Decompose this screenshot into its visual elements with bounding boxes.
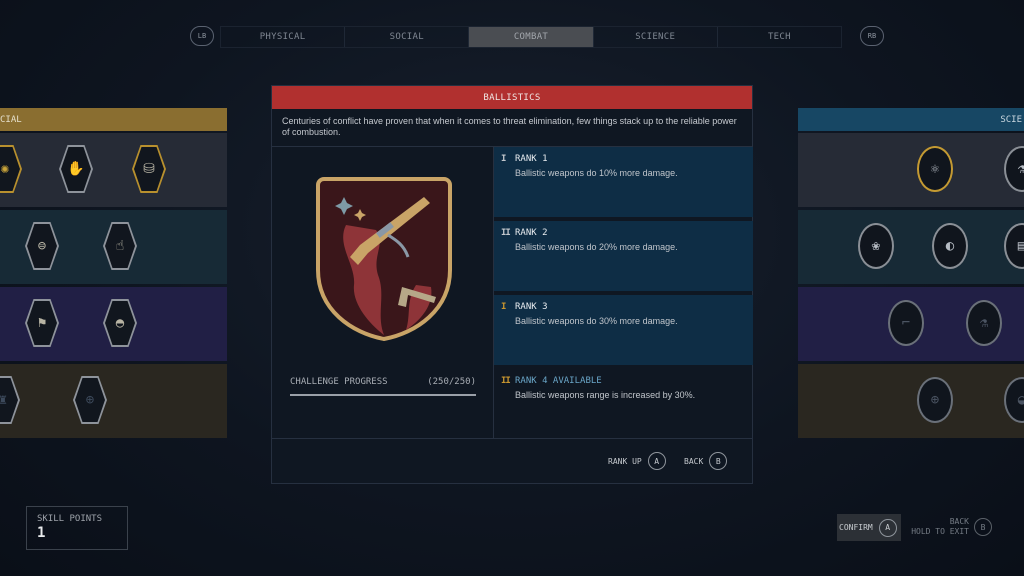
a-button-icon: A [878,518,897,537]
rank-list: I RANK 1 Ballistic weapons do 10% more d… [494,147,753,439]
rank-marker-icon: II [501,228,511,238]
rank-title: RANK 3 [515,302,548,312]
skill-row-tier-4: ♜ ⊕ [0,364,227,438]
social-skill-panel: CIAL ✺ ✋ ⛁ ⊜ ☝ ⚑ ◓ ♜ ⊕ [0,108,227,440]
helmet-icon[interactable]: ◒ [1004,377,1024,423]
back-exit-label[interactable]: BACK HOLD TO EXIT [905,517,969,537]
atom-icon[interactable]: ⚛ [917,146,953,192]
lab-creature-icon[interactable]: ⚗ [1004,146,1024,192]
science-skill-panel: SCIE ⚛ ⚗ ❀ ◐ ▤ ⌐ ⚗ ⊕ ◒ [798,108,1024,440]
botany-icon[interactable]: ❀ [858,223,894,269]
outpost-dome-icon[interactable]: ◓ [103,299,137,347]
statue-icon[interactable]: ♜ [0,376,20,424]
rank-title: RANK 4 AVAILABLE [515,376,602,386]
treasure-chest-icon[interactable]: ⛁ [132,145,166,193]
rb-bumper-button[interactable]: RB [860,26,884,46]
astronaut-planet-icon[interactable]: ◐ [932,223,968,269]
trade-hands-icon[interactable]: ⊜ [25,222,59,270]
back-label: BACK [949,517,969,526]
challenge-progress-label: CHALLENGE PROGRESS [290,377,388,387]
skill-row-tier-2: ⊜ ☝ [0,210,227,284]
document-icon[interactable]: ▤ [1004,223,1024,269]
rank-item-available[interactable]: II RANK 4 AVAILABLE Ballistic weapons ra… [494,369,753,439]
skill-category-nav: LB PHYSICAL SOCIAL COMBAT SCIENCE TECH R… [190,26,885,48]
skill-title: BALLISTICS [272,86,752,109]
rank-marker-icon: II [501,376,511,386]
rank-description: Ballistic weapons do 30% more damage. [515,316,678,326]
tab-tech[interactable]: TECH [718,27,841,47]
lb-bumper-button[interactable]: LB [190,26,214,46]
b-button-icon: B [974,518,992,536]
globe-pedestal-icon[interactable]: ⊕ [73,376,107,424]
dialog-footer: RANK UP A BACK B [272,439,752,483]
confirm-button[interactable]: CONFIRM A [837,514,901,541]
skill-body: CHALLENGE PROGRESS (250/250) I RANK 1 Ba… [272,147,753,439]
rank-up-button[interactable]: RANK UP A [608,452,666,470]
gold-swirl-emblem-icon[interactable]: ✺ [0,145,22,193]
rank-marker-icon: I [501,302,506,312]
challenge-progress-bar [290,394,476,396]
skill-row-tier-3: ⚑ ◓ [0,287,227,361]
skill-row-tier-2: ❀ ◐ ▤ [798,210,1024,284]
category-tabs: PHYSICAL SOCIAL COMBAT SCIENCE TECH [220,26,842,48]
back-button[interactable]: BACK B [684,452,728,470]
skill-row-tier-4: ⊕ ◒ [798,364,1024,438]
explorer-flag-icon[interactable]: ⚑ [25,299,59,347]
rank-description: Ballistic weapons do 10% more damage. [515,168,678,178]
chemistry-flask-icon[interactable]: ⚗ [966,300,1002,346]
rank-description: Ballistic weapons range is increased by … [515,390,696,400]
rank-title: RANK 2 [515,228,548,238]
skill-points-box: SKILL POINTS 1 [26,506,128,550]
hands-icon[interactable]: ✋ [59,145,93,193]
tab-science[interactable]: SCIENCE [594,27,718,47]
skill-points-label: SKILL POINTS [37,514,103,524]
pickpocket-hand-icon[interactable]: ☝ [103,222,137,270]
rank-up-label: RANK UP [608,456,642,466]
skill-description: Centuries of conflict have proven that w… [272,109,752,147]
skill-row-tier-1: ⚛ ⚗ [798,133,1024,207]
rank-description: Ballistic weapons do 20% more damage. [515,242,678,252]
b-button-icon: B [709,452,728,470]
back-exit-button[interactable]: B [974,518,992,536]
hold-to-exit-label: HOLD TO EXIT [911,527,969,536]
skill-points-value: 1 [37,525,46,541]
challenge-progress: CHALLENGE PROGRESS (250/250) [290,377,476,387]
tab-social[interactable]: SOCIAL [345,27,470,47]
challenge-progress-value: (250/250) [427,377,476,387]
targeting-reticle-icon[interactable]: ⊕ [917,377,953,423]
rank-item[interactable]: II RANK 2 Ballistic weapons do 20% more … [494,221,753,291]
rank-item[interactable]: I RANK 1 Ballistic weapons do 10% more d… [494,147,753,217]
badge-area: CHALLENGE PROGRESS (250/250) [272,147,494,439]
rank-item[interactable]: I RANK 3 Ballistic weapons do 30% more d… [494,295,753,365]
tab-physical[interactable]: PHYSICAL [221,27,346,47]
rank-marker-icon: I [501,154,506,164]
confirm-label: CONFIRM [839,523,873,532]
skill-row-tier-1: ✺ ✋ ⛁ [0,133,227,207]
challenge-progress-fill [290,394,476,396]
science-panel-header: SCIE [798,108,1024,131]
skill-row-tier-3: ⌐ ⚗ [798,287,1024,361]
scanner-gun-icon[interactable]: ⌐ [888,300,924,346]
social-panel-header: CIAL [0,108,227,131]
tab-combat[interactable]: COMBAT [469,27,594,47]
ballistics-badge-icon [316,177,452,341]
back-label: BACK [684,456,704,466]
a-button-icon: A [647,452,666,470]
skill-detail-dialog: BALLISTICS Centuries of conflict have pr… [271,85,753,484]
rank-title: RANK 1 [515,154,548,164]
